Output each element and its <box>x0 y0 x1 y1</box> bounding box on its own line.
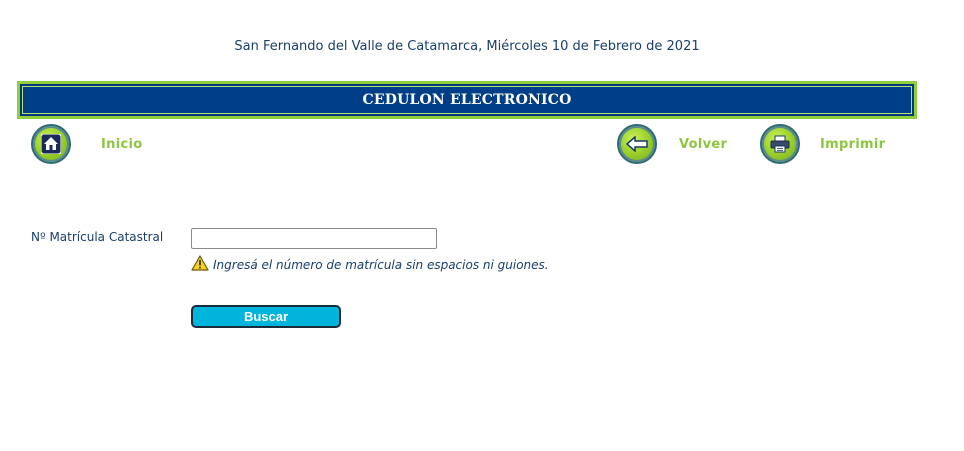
page-title: CEDULON ELECTRONICO <box>362 92 572 108</box>
print-button[interactable]: Imprimir <box>760 124 885 164</box>
matricula-label: Nº Matrícula Catastral <box>31 230 164 244</box>
back-button[interactable]: Volver <box>617 124 727 164</box>
print-label: Imprimir <box>820 136 886 152</box>
back-arrow-icon <box>617 124 657 164</box>
home-icon <box>31 124 71 164</box>
date-line: San Fernando del Valle de Catamarca, Mié… <box>234 39 700 54</box>
back-label: Volver <box>679 136 728 152</box>
search-button[interactable]: Buscar <box>191 305 341 328</box>
home-button[interactable]: Inicio <box>31 124 142 164</box>
warning-icon <box>191 255 209 275</box>
matricula-input[interactable] <box>191 228 437 249</box>
printer-icon <box>760 124 800 164</box>
title-banner: CEDULON ELECTRONICO <box>17 81 917 119</box>
matricula-hint: Ingresá el número de matrícula sin espac… <box>191 255 549 275</box>
home-label: Inicio <box>101 136 143 152</box>
hint-text: Ingresá el número de matrícula sin espac… <box>213 258 549 272</box>
